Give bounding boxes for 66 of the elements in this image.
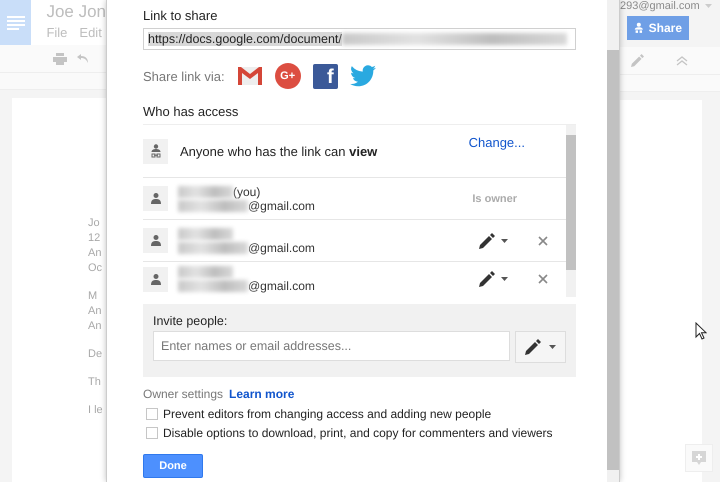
share-via-label: Share link via: xyxy=(143,68,225,84)
link-person-icon xyxy=(143,138,168,164)
person-icon xyxy=(143,228,168,253)
bird-icon[interactable] xyxy=(350,65,376,87)
document-text: 12 xyxy=(88,231,102,246)
remove-icon[interactable] xyxy=(538,274,548,284)
document-title[interactable]: Joe Jon xyxy=(46,2,106,22)
scrollbar[interactable] xyxy=(607,0,619,482)
scrollbar[interactable] xyxy=(566,125,576,297)
document-text: An xyxy=(88,319,102,334)
link-field[interactable]: https://docs.google.com/document/ xyxy=(143,28,576,50)
docs-logo-icon[interactable] xyxy=(0,0,32,45)
caret-icon xyxy=(704,4,712,8)
checkbox-label: Disable options to download, print, and copy for commenters and viewers xyxy=(163,426,553,440)
person-email: @gmail.com xyxy=(248,279,315,293)
print-icon[interactable] xyxy=(53,52,67,64)
caret-icon xyxy=(501,277,508,281)
invite-field[interactable]: Enter names or email addresses... xyxy=(153,331,510,361)
owner-settings-label: Owner settings xyxy=(143,387,224,401)
change-link[interactable]: Change... xyxy=(468,135,525,150)
share-button[interactable]: Share xyxy=(627,16,689,40)
caret-icon xyxy=(549,345,556,349)
permission-dropdown[interactable] xyxy=(479,271,508,287)
document-text: I le xyxy=(88,403,104,418)
document-text: Th xyxy=(88,375,102,390)
add-comment-button[interactable] xyxy=(685,444,713,472)
menu-item[interactable]: Edit xyxy=(79,25,102,40)
document-text: M xyxy=(88,289,98,304)
document-text: Oc xyxy=(88,261,104,276)
document-text: De xyxy=(88,347,104,362)
role-label: Is owner xyxy=(472,192,517,204)
person-name: (you) xyxy=(233,184,260,198)
invite-label: Invite people: xyxy=(153,314,228,328)
undo-icon[interactable] xyxy=(77,54,89,63)
checkbox[interactable] xyxy=(146,427,158,439)
person-email: @gmail.com xyxy=(248,240,315,254)
document-text: Jo xyxy=(88,216,101,231)
pencil-icon xyxy=(525,339,541,355)
document-text: An xyxy=(88,304,102,319)
permission-dropdown[interactable] xyxy=(515,331,566,363)
add-comment-icon xyxy=(692,451,706,465)
section-heading: Who has access xyxy=(143,104,240,119)
share-person-icon xyxy=(634,21,644,35)
mail-icon[interactable] xyxy=(236,66,263,86)
document-text: An xyxy=(88,246,102,261)
checkbox[interactable] xyxy=(146,408,158,420)
account-email[interactable]: 293@gmail.com xyxy=(620,0,700,12)
pencil-icon[interactable] xyxy=(631,54,644,67)
pencil-icon xyxy=(479,232,495,248)
menu-item[interactable]: File xyxy=(46,25,68,40)
collapse-icon[interactable] xyxy=(676,56,688,66)
remove-icon[interactable] xyxy=(538,236,548,246)
person-icon xyxy=(143,186,168,211)
person-icon xyxy=(143,266,168,292)
link-access-text: Anyone who has the link can view xyxy=(180,144,378,158)
caret-icon xyxy=(501,238,508,242)
learn-more-link[interactable]: Learn more xyxy=(229,387,294,401)
permission-dropdown[interactable] xyxy=(479,232,508,248)
facebook-icon[interactable]: f xyxy=(312,64,338,88)
person-email: @gmail.com xyxy=(248,198,315,212)
pencil-icon xyxy=(479,271,495,287)
link-label: Link to share xyxy=(143,8,218,23)
done-button[interactable]: Done xyxy=(143,454,203,478)
gplus-icon[interactable]: G+ xyxy=(274,63,301,89)
mouse-cursor-icon xyxy=(695,322,707,340)
checkbox-label: Prevent editors from changing access and adding new people xyxy=(163,407,492,421)
